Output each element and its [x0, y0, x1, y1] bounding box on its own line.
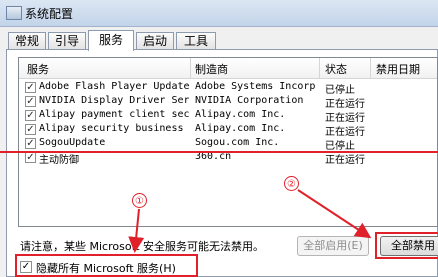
- annotation-arrows: [128, 189, 372, 253]
- arrow-to-disable-all: [297, 189, 372, 239]
- tab-services[interactable]: 服务: [88, 30, 134, 51]
- arrow-to-hide-checkbox: [128, 208, 145, 253]
